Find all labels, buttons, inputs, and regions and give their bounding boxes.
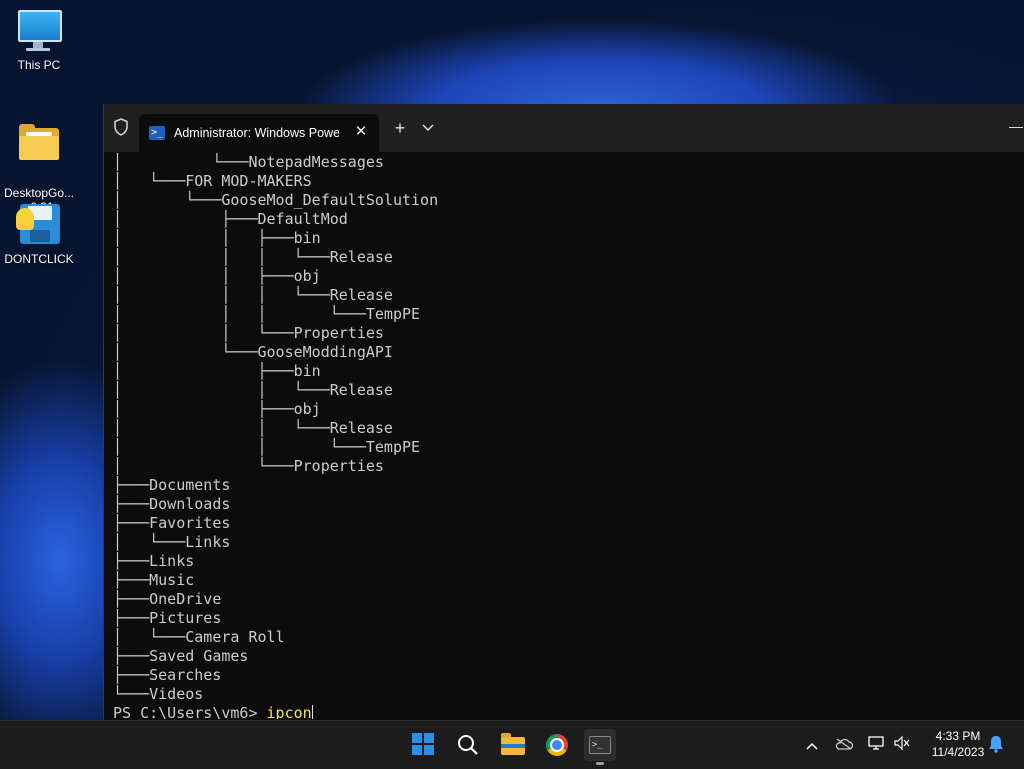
- console-line: │ └───GooseModdingAPI: [113, 343, 393, 361]
- terminal-window[interactable]: >_ Administrator: Windows PowerShell ✕ +…: [103, 104, 1024, 720]
- console-line: ├───Documents: [113, 476, 231, 494]
- active-indicator: [596, 762, 604, 765]
- console-line: │ │ └───Release: [113, 419, 393, 437]
- close-tab-button[interactable]: ✕: [351, 122, 371, 142]
- console-line: ├───Links: [113, 552, 195, 570]
- chrome-button[interactable]: [541, 729, 573, 761]
- text-cursor: [311, 705, 313, 719]
- console-line: ├───Saved Games: [113, 647, 249, 665]
- search-icon: [458, 735, 478, 755]
- console-line: │ └───FOR MOD-MAKERS: [113, 172, 312, 190]
- console-line: │ └───Properties: [113, 457, 384, 475]
- console-line: │ │ ├───bin: [113, 229, 321, 247]
- notification-bell-icon[interactable]: [986, 735, 1006, 755]
- computer-icon: [16, 8, 62, 52]
- console-line: │ └───Camera Roll: [113, 628, 285, 646]
- console-line: │ │ └───Properties: [113, 324, 384, 342]
- console-line: │ └───Links: [113, 533, 231, 551]
- terminal-titlebar[interactable]: >_ Administrator: Windows PowerShell ✕ +…: [104, 104, 1024, 152]
- console-line: │ │ │ └───TempPE: [113, 305, 421, 323]
- desktop-icon-label: This PC: [17, 58, 61, 72]
- onedrive-cloud-icon[interactable]: [834, 735, 854, 755]
- console-line: │ │ ├───obj: [113, 267, 321, 285]
- console-line: │ ├───obj: [113, 400, 321, 418]
- console-line: ├───Searches: [113, 666, 222, 684]
- console-line: │ │ │ └───Release: [113, 248, 393, 266]
- console-line: │ ├───bin: [113, 362, 321, 380]
- prompt-line[interactable]: PS C:\Users\vm6> ipcon: [113, 704, 1013, 719]
- console-line: │ └───NotepadMessages: [113, 153, 384, 171]
- console-line: │ └───GooseMod_DefaultSolution: [113, 191, 439, 209]
- desktop-icon-this-pc[interactable]: This PC: [0, 8, 78, 72]
- terminal-taskbar-button[interactable]: >_: [584, 729, 616, 765]
- admin-shield-icon[interactable]: [110, 118, 132, 140]
- minimize-button[interactable]: —: [1009, 116, 1024, 136]
- file-explorer-button[interactable]: [497, 729, 529, 761]
- tab-dropdown-button[interactable]: [418, 118, 438, 138]
- tab-powershell[interactable]: >_ Administrator: Windows PowerShell ✕: [139, 114, 379, 152]
- console-line: ├───Downloads: [113, 495, 231, 513]
- speaker-muted-icon[interactable]: [892, 735, 912, 755]
- console-line: │ │ └───TempPE: [113, 438, 421, 456]
- desktop-icon-dontclick[interactable]: DONTCLICK: [0, 202, 78, 266]
- command-input[interactable]: ipcon: [267, 704, 312, 719]
- search-button[interactable]: [452, 729, 484, 761]
- network-icon[interactable]: [866, 735, 886, 755]
- folder-icon: [16, 122, 62, 166]
- terminal-icon: >_: [589, 736, 611, 754]
- floppy-disk-icon: [16, 202, 62, 246]
- console-output[interactable]: │ └───NotepadMessages │ └───FOR MOD-MAKER…: [113, 153, 1013, 719]
- desktop-icon-label: DONTCLICK: [4, 252, 74, 266]
- console-line: └───Videos: [113, 685, 204, 703]
- console-line: │ │ └───Release: [113, 381, 393, 399]
- start-button[interactable]: [408, 729, 440, 761]
- chevron-up-icon[interactable]: [802, 735, 822, 755]
- console-line: ├───Pictures: [113, 609, 222, 627]
- tab-title: Administrator: Windows PowerShell: [174, 126, 339, 140]
- console-line: ├───Favorites: [113, 514, 231, 532]
- console-line: │ │ │ └───Release: [113, 286, 393, 304]
- taskbar: >_ 4:33 PM 11/4/2023: [0, 720, 1024, 769]
- console-line: ├───OneDrive: [113, 590, 222, 608]
- console-line: ├───Music: [113, 571, 195, 589]
- prompt-text: PS C:\Users\vm6>: [113, 704, 267, 719]
- powershell-icon: >_: [149, 126, 165, 140]
- console-line: │ ├───DefaultMod: [113, 210, 348, 228]
- new-tab-button[interactable]: +: [390, 118, 410, 138]
